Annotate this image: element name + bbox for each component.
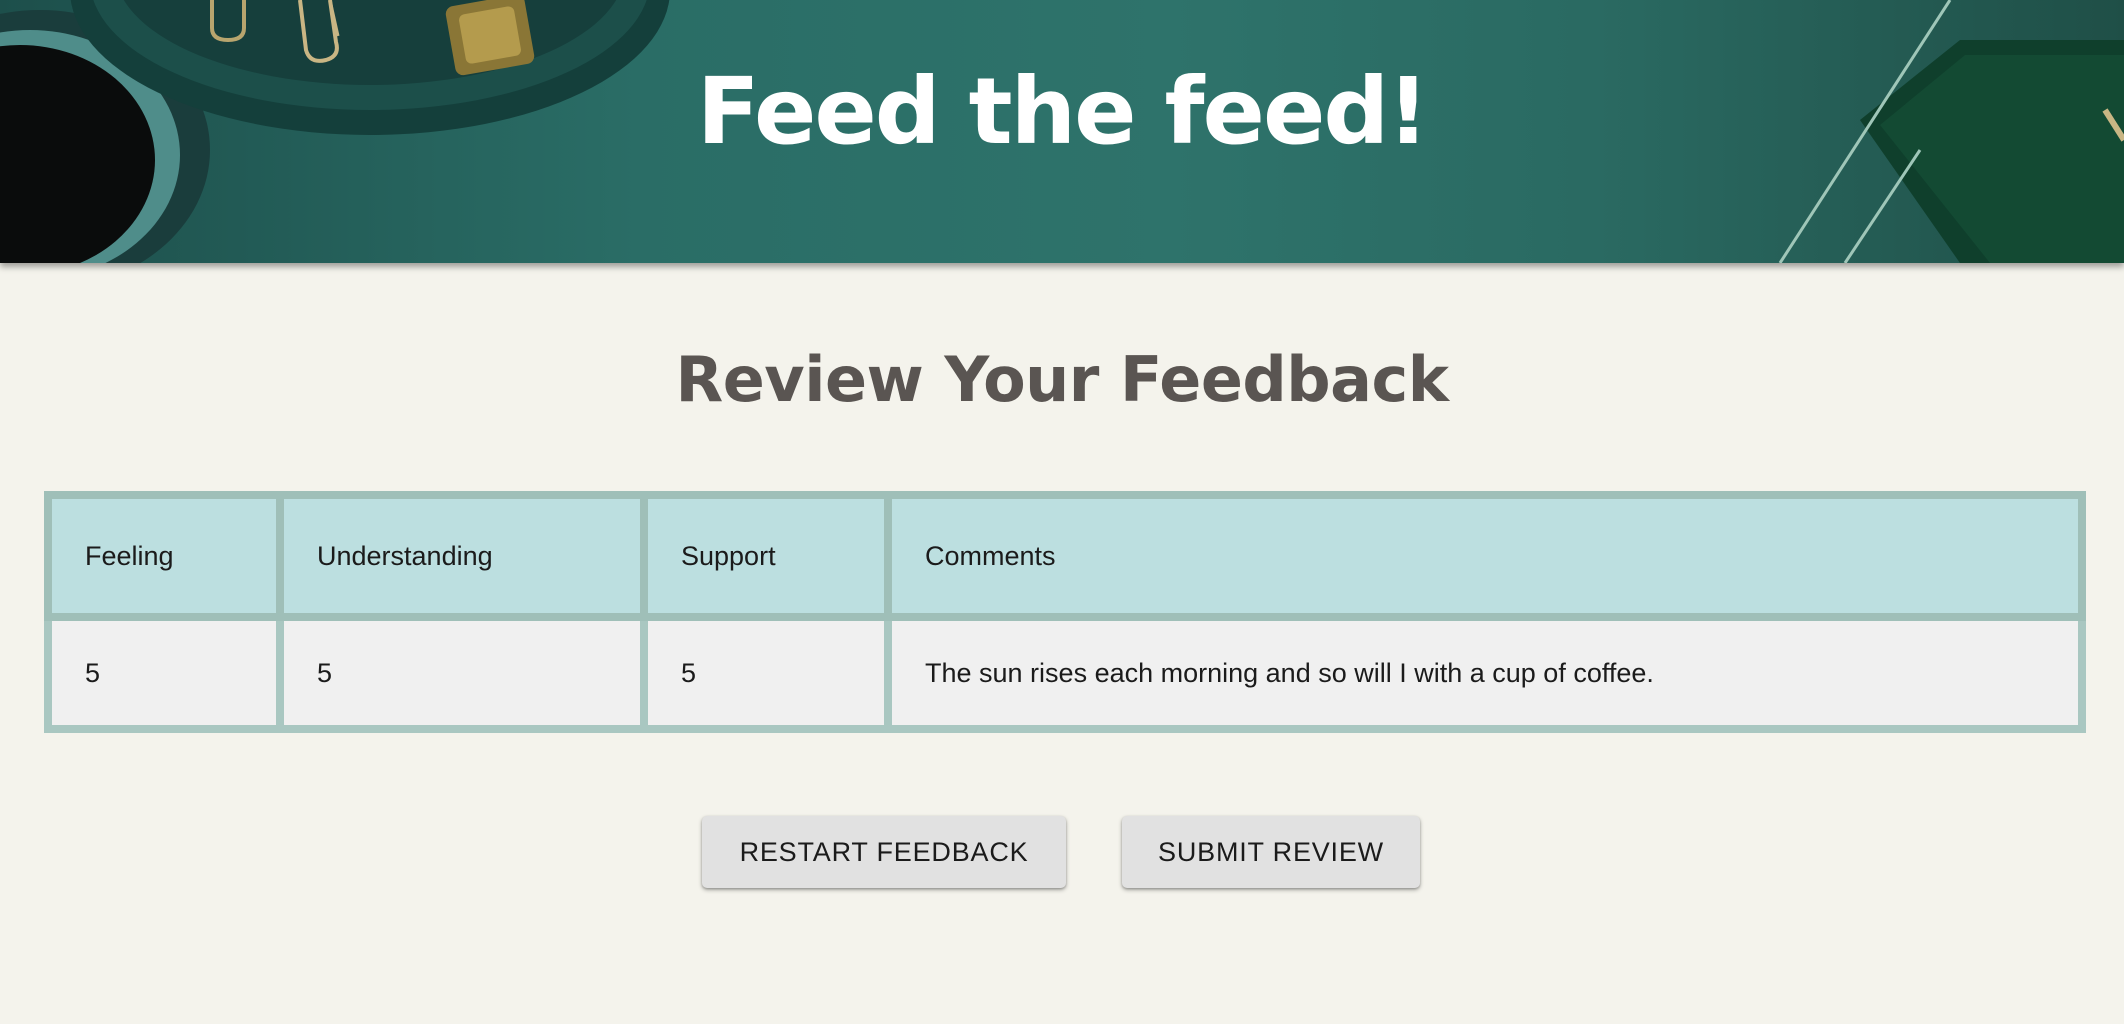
restart-feedback-button[interactable]: RESTART FEEDBACK xyxy=(702,816,1066,888)
feedback-table: Feeling Understanding Support Comments 5… xyxy=(44,491,2086,733)
table-row: 5 5 5 The sun rises each morning and so … xyxy=(44,613,2086,733)
cell-understanding: 5 xyxy=(276,613,648,733)
cell-support: 5 xyxy=(640,613,892,733)
submit-review-button[interactable]: SUBMIT REVIEW xyxy=(1122,816,1420,888)
page: Feed the feed! Review Your Feedback Feel… xyxy=(0,0,2124,1024)
cell-feeling: 5 xyxy=(44,613,284,733)
column-header-understanding: Understanding xyxy=(276,491,648,621)
page-title: Review Your Feedback xyxy=(675,343,1450,416)
column-header-feeling: Feeling xyxy=(44,491,284,621)
header-banner: Feed the feed! xyxy=(0,0,2124,263)
app-title: Feed the feed! xyxy=(696,58,1429,165)
column-header-comments: Comments xyxy=(884,491,2086,621)
cell-comments: The sun rises each morning and so will I… xyxy=(884,613,2086,733)
table-header-row: Feeling Understanding Support Comments xyxy=(44,491,2086,621)
column-header-support: Support xyxy=(640,491,892,621)
